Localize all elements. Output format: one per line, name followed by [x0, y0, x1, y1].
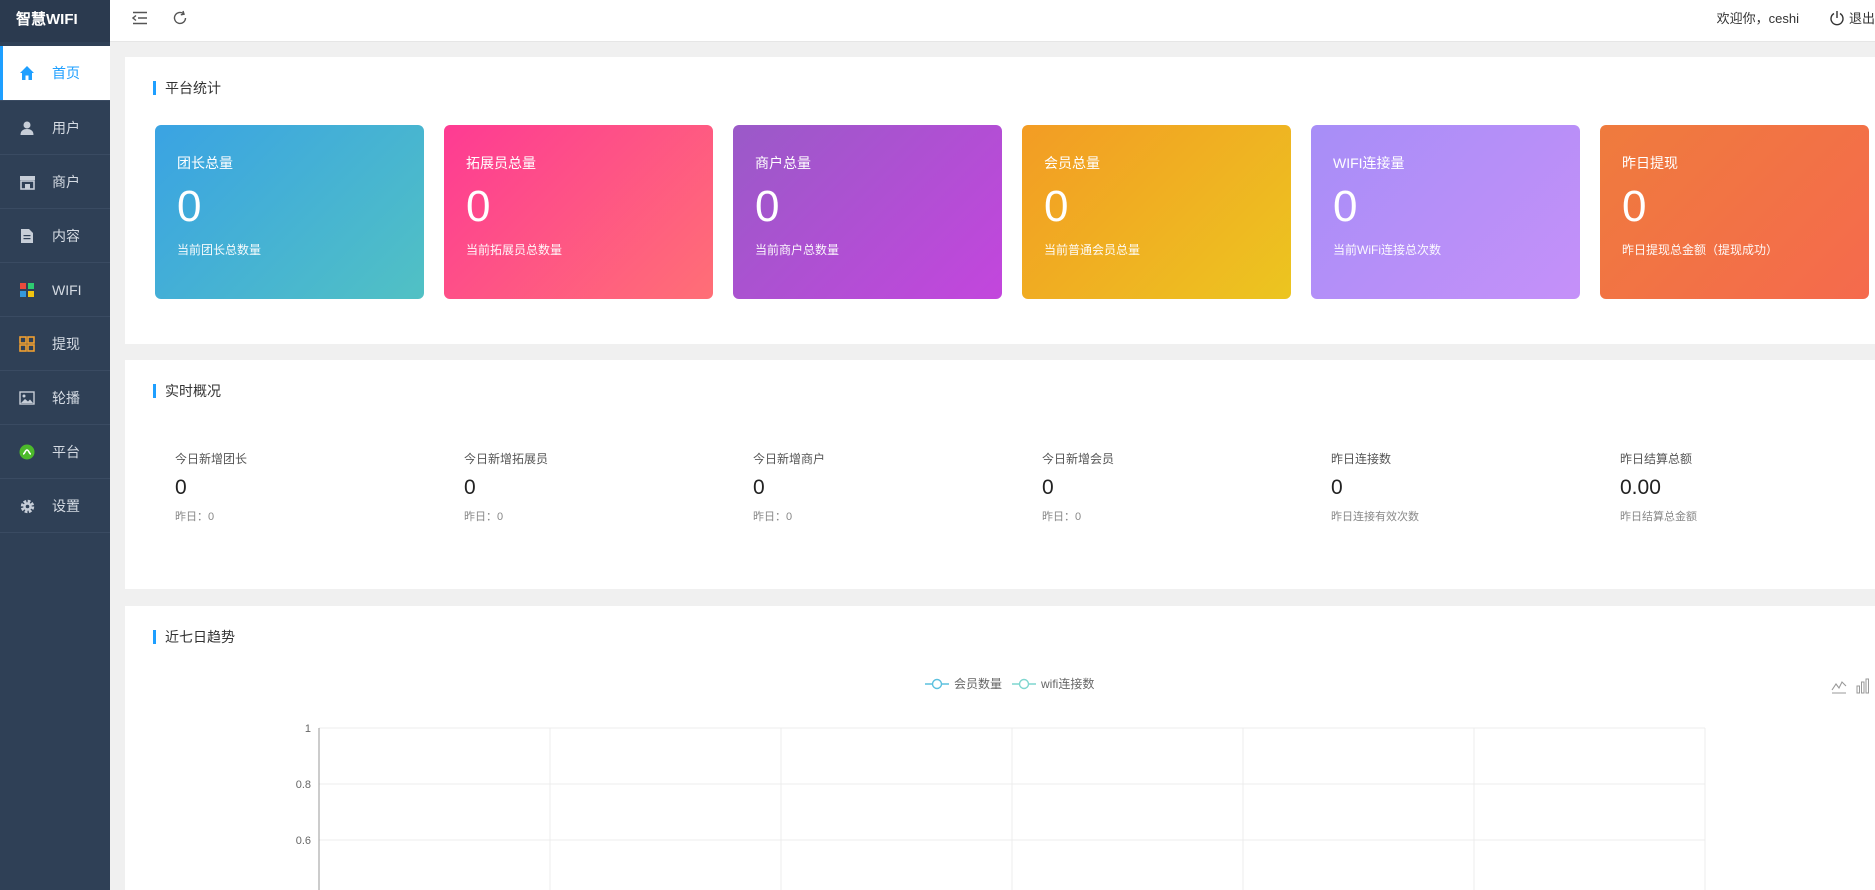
stat-card-merchants: 商户总量 0 当前商户总数量 [733, 125, 1002, 299]
realtime-sub: 昨日结算总金额 [1620, 511, 1697, 523]
realtime-item: 昨日连接数 0 昨日连接有效次数 [1331, 450, 1611, 524]
realtime-value: 0.00 [1620, 476, 1661, 499]
stat-card-promoters: 拓展员总量 0 当前拓展员总数量 [444, 125, 713, 299]
realtime-label: 昨日结算总额 [1620, 452, 1693, 466]
sidebar-item-label: 提现 [52, 336, 80, 352]
stat-card-value: 0 [1044, 182, 1069, 231]
document-icon [17, 226, 37, 246]
platform-stats-panel: 平台统计 团长总量 0 当前团长总数量 拓展员总量 0 当前拓展员总数量 商户总… [125, 57, 1875, 344]
sidebar-item-label: 商户 [52, 174, 80, 190]
menu-collapse-icon[interactable] [130, 8, 150, 28]
sidebar: 智慧WIFI 首页 用户 商户 内容 WIFI 提现 轮播 平台 设置 [0, 0, 110, 890]
power-icon [1830, 10, 1844, 25]
trend-panel: 近七日趋势 会员数量 wifi连接数 1 0.8 0.6 [125, 606, 1875, 890]
sidebar-item-wifi[interactable]: WIFI [0, 263, 110, 317]
realtime-label: 今日新增团长 [175, 452, 248, 466]
realtime-sub: 昨日：0 [175, 511, 215, 523]
panel-title-stats: 平台统计 [153, 81, 221, 95]
stat-card-leaders: 团长总量 0 当前团长总数量 [155, 125, 424, 299]
realtime-label: 昨日连接数 [1331, 452, 1392, 466]
image-icon [17, 388, 37, 408]
sidebar-item-label: 平台 [52, 444, 80, 460]
realtime-label: 今日新增商户 [753, 452, 826, 466]
realtime-value: 0 [175, 476, 187, 499]
stat-card-title: 团长总量 [177, 155, 233, 171]
platform-icon [17, 442, 37, 462]
realtime-value: 0 [464, 476, 476, 499]
stat-card-withdraw: 昨日提现 0 昨日提现总金额（提现成功） [1600, 125, 1869, 299]
realtime-sub: 昨日：0 [753, 511, 793, 523]
sidebar-item-label: 用户 [52, 120, 80, 136]
logout-button[interactable]: 退出 [1829, 8, 1875, 27]
realtime-label: 今日新增拓展员 [464, 452, 549, 466]
gear-icon [17, 496, 37, 516]
home-icon [17, 63, 37, 83]
stat-card-value: 0 [755, 182, 780, 231]
realtime-sub: 昨日：0 [1042, 511, 1082, 523]
realtime-sub: 昨日：0 [464, 511, 504, 523]
stat-card-wifi: WIFI连接量 0 当前WiFi连接总次数 [1311, 125, 1580, 299]
y-tick-label: 0.6 [296, 835, 311, 847]
brand-logo: 智慧WIFI [0, 0, 110, 42]
stat-card-title: WIFI连接量 [1333, 155, 1405, 171]
stat-card-desc: 当前商户总数量 [755, 243, 840, 257]
stat-card-desc: 当前普通会员总量 [1044, 243, 1141, 257]
sidebar-item-content[interactable]: 内容 [0, 209, 110, 263]
stat-card-title: 商户总量 [755, 155, 811, 171]
stat-card-value: 0 [1333, 182, 1358, 231]
withdraw-grid-icon [17, 334, 37, 354]
realtime-item: 今日新增团长 0 昨日：0 [175, 450, 455, 524]
stat-card-title: 拓展员总量 [466, 155, 536, 171]
realtime-sub: 昨日连接有效次数 [1331, 511, 1419, 523]
sidebar-item-platform[interactable]: 平台 [0, 425, 110, 479]
welcome-text: 欢迎你，ceshi [1716, 11, 1799, 26]
sidebar-item-store[interactable]: 商户 [0, 155, 110, 209]
stat-card-members: 会员总量 0 当前普通会员总量 [1022, 125, 1291, 299]
stat-card-desc: 当前拓展员总数量 [466, 243, 563, 257]
sidebar-item-withdraw[interactable]: 提现 [0, 317, 110, 371]
stat-card-value: 0 [177, 182, 202, 231]
realtime-label: 今日新增会员 [1042, 452, 1115, 466]
sidebar-item-carousel[interactable]: 轮播 [0, 371, 110, 425]
realtime-panel: 实时概况 今日新增团长 0 昨日：0 今日新增拓展员 0 昨日：0 今日新增商户… [125, 360, 1875, 589]
user-icon [17, 118, 37, 138]
logout-label: 退出 [1848, 11, 1875, 26]
panel-title-trend: 近七日趋势 [153, 630, 235, 644]
stat-card-title: 昨日提现 [1622, 155, 1678, 171]
realtime-item: 昨日结算总额 0.00 昨日结算总金额 [1620, 450, 1875, 524]
stat-card-title: 会员总量 [1044, 155, 1100, 171]
sidebar-item-label: 内容 [52, 228, 80, 244]
realtime-value: 0 [1331, 476, 1343, 499]
wifi-grid-icon [17, 280, 37, 300]
sidebar-item-home[interactable]: 首页 [0, 46, 110, 100]
panel-title-realtime: 实时概况 [153, 384, 221, 398]
sidebar-item-label: 首页 [52, 65, 80, 81]
realtime-value: 0 [753, 476, 765, 499]
store-icon [17, 172, 37, 192]
realtime-item: 今日新增商户 0 昨日：0 [753, 450, 1033, 524]
sidebar-item-label: 设置 [52, 498, 80, 514]
stat-card-value: 0 [466, 182, 491, 231]
stat-card-desc: 当前团长总数量 [177, 243, 262, 257]
stat-card-value: 0 [1622, 182, 1647, 231]
refresh-icon[interactable] [170, 8, 190, 28]
realtime-item: 今日新增拓展员 0 昨日：0 [464, 450, 744, 524]
y-tick-label: 1 [305, 723, 311, 735]
sidebar-item-label: WIFI [52, 282, 82, 298]
realtime-value: 0 [1042, 476, 1054, 499]
sidebar-item-label: 轮播 [52, 390, 80, 406]
bar-chart-icon[interactable] [1855, 678, 1871, 694]
sidebar-item-user[interactable]: 用户 [0, 101, 110, 155]
stat-card-desc: 当前WiFi连接总次数 [1333, 243, 1441, 257]
realtime-item: 今日新增会员 0 昨日：0 [1042, 450, 1322, 524]
top-header: 欢迎你，ceshi 退出 [110, 0, 1875, 42]
y-tick-label: 0.8 [296, 779, 311, 791]
trend-chart: 1 0.8 0.6 [296, 723, 1706, 890]
sidebar-item-settings[interactable]: 设置 [0, 479, 110, 533]
line-chart-icon[interactable] [1831, 678, 1847, 694]
stat-card-desc: 昨日提现总金额（提现成功） [1622, 243, 1779, 257]
